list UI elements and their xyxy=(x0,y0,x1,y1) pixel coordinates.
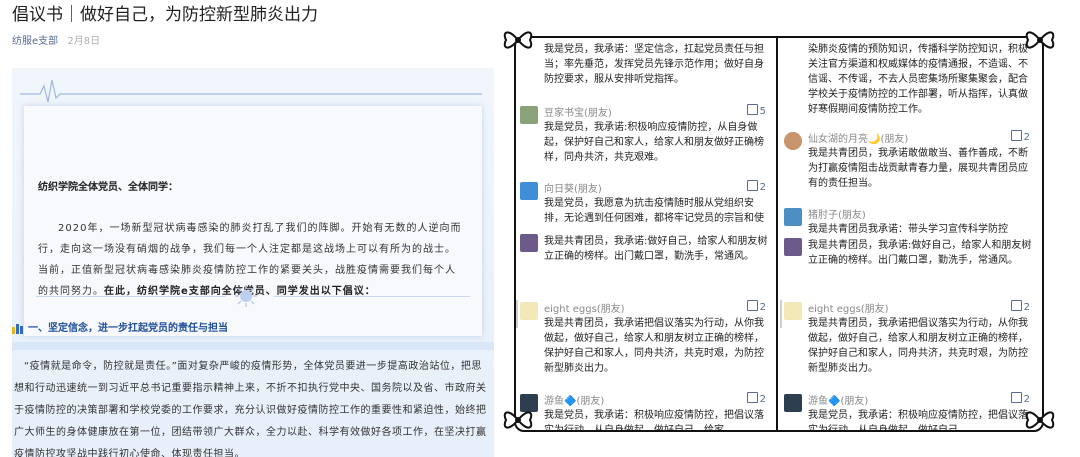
avatar[interactable] xyxy=(784,132,802,150)
section-body: “疫情就是命令，防控就是责任。”面对复杂严峻的疫情形势，全体党员要进一步提高政治… xyxy=(14,361,487,457)
like-count[interactable]: 2 xyxy=(746,392,766,405)
like-count[interactable]: 2 xyxy=(746,180,766,193)
author-link[interactable]: 纺服e支部 xyxy=(12,36,58,47)
like-count[interactable]: 5 xyxy=(746,104,766,117)
avatar[interactable] xyxy=(520,234,538,252)
comment-text: 我是党员，我承诺：积极响应疫情防控，把倡议落实为行动，从自身做起，做好自己 xyxy=(808,410,1028,432)
comment-text: 我是共青团员，我承诺把倡议落实为行动，从你我做起，做好自己，给家人和朋友树立正确… xyxy=(808,318,1028,374)
comment-text: 我是党员，我承诺：坚定信念，扛起党员责任与担当；率先垂范，发挥党员先锋示范作用；… xyxy=(544,44,764,85)
comment-text: 我是共青团员，我承诺:做好自己，给家人和朋友树立正确的榜样。出门戴口罩，勤洗手，… xyxy=(808,240,1032,266)
section-heading-text: 一、坚定信念，进一步扛起党员的责任与担当 xyxy=(28,323,228,334)
comment-text: 我是共青团员，我承诺敢做敢当、善作善成，不断为打赢疫情阻击战贡献青春力量，展现共… xyxy=(808,148,1028,189)
comment-text: 我是党员，我承诺：积极响应疫情防控，把倡议落实为行动，从自身做起，做好自己，给家 xyxy=(544,410,764,432)
like-count[interactable]: 2 xyxy=(1010,392,1030,405)
heartbeat-icon xyxy=(20,79,482,103)
thumbs-up-icon xyxy=(746,180,758,191)
commenter-name[interactable]: eight eggs(朋友) xyxy=(544,300,625,315)
like-count[interactable]: 2 xyxy=(1010,300,1030,313)
avatar[interactable] xyxy=(520,106,538,124)
like-count-value: 2 xyxy=(1023,302,1030,313)
like-count-value: 2 xyxy=(759,182,766,193)
comment-text: 我是共青团员我承诺：带头学习宣传科学防控 xyxy=(808,224,1008,235)
comment-item: eight eggs(朋友) 2 我是共青团员，我承诺把倡议落实为行动，从你我做… xyxy=(516,300,770,376)
thumbs-up-icon xyxy=(746,104,758,115)
commenter-name[interactable]: eight eggs(朋友) xyxy=(808,300,889,315)
section-heading: 一、坚定信念，进一步扛起党员的责任与担当 xyxy=(12,319,228,334)
comment-item: 我是共青团员，我承诺:做好自己，给家人和朋友树立正确的榜样。出门戴口罩，勤洗手，… xyxy=(520,234,770,264)
like-count-value: 2 xyxy=(759,302,766,313)
thumbs-up-icon xyxy=(1010,130,1022,141)
like-count-value: 2 xyxy=(759,394,766,405)
like-count-value: 2 xyxy=(1023,132,1030,143)
comments-column-right: 染肺炎疫情的预防知识，传播科学防控知识，积极关注官方渠道和权威媒体的疫情通报，不… xyxy=(780,38,1038,430)
thumbs-up-icon xyxy=(1010,300,1022,311)
bow-icon xyxy=(1025,31,1055,49)
like-count[interactable]: 2 xyxy=(1010,130,1030,143)
comment-item: 游鱼🔷(朋友) 2 我是党员，我承诺：积极响应疫情防控，把倡议落实为行动，从自身… xyxy=(520,392,770,432)
comment-item: 游鱼🔷(朋友) 2 我是党员，我承诺：积极响应疫情防控，把倡议落实为行动，从自身… xyxy=(784,392,1034,432)
like-count-value: 2 xyxy=(1023,394,1030,405)
comment-text: 我是共青团员，我承诺:做好自己，给家人和朋友树立正确的榜样。出门戴口罩，勤洗手，… xyxy=(544,236,768,262)
bow-icon xyxy=(1025,411,1055,429)
comment-item: 向日葵(朋友) 2 我是党员，我愿意为抗击疫情随时服从党组织安排，无论遇到任何困… xyxy=(520,180,770,226)
greeting: 纺织学院全体党员、全体同学： xyxy=(38,182,178,193)
thumbs-up-icon xyxy=(746,300,758,311)
bow-icon xyxy=(503,31,533,49)
commenter-name[interactable]: 豆家书宝(朋友) xyxy=(544,104,612,119)
section-band xyxy=(12,342,494,350)
thumbs-up-icon xyxy=(1010,392,1022,403)
comment-item: eight eggs(朋友) 2 我是共青团员，我承诺把倡议落实为行动，从你我做… xyxy=(780,300,1034,376)
commenter-name[interactable]: 猪肘子(朋友) xyxy=(808,206,866,221)
comment-item: 我是党员，我承诺：坚定信念，扛起党员责任与担当；率先垂范，发挥党员先锋示范作用；… xyxy=(520,42,770,87)
like-count[interactable]: 2 xyxy=(746,300,766,313)
like-count-value: 5 xyxy=(759,106,766,117)
avatar[interactable] xyxy=(520,302,538,320)
commenter-name[interactable]: 向日葵(朋友) xyxy=(544,180,602,195)
column-divider xyxy=(776,38,778,430)
avatar[interactable] xyxy=(784,238,802,256)
comment-item: 染肺炎疫情的预防知识，传播科学防控知识，积极关注官方渠道和权威媒体的疫情通报，不… xyxy=(784,42,1034,117)
comment-item: 豆家书宝(朋友) 5 我是党员，我承诺:积极响应疫情防控，从自身做起，保护好自己… xyxy=(520,104,770,165)
virus-icon xyxy=(235,285,257,307)
commenter-name[interactable]: 仙女湖的月亮🌙(朋友) xyxy=(808,130,908,145)
comment-text: 我是共青团员，我承诺把倡议落实为行动，从你我做起，做好自己，给家人和朋友树立正确… xyxy=(544,318,764,374)
comment-text: 我是党员，我承诺:积极响应疫情防控，从自身做起，保护好自己和家人，给家人和朋友做… xyxy=(544,122,764,163)
quote-bar xyxy=(780,300,782,328)
comment-text: 染肺炎疫情的预防知识，传播科学防控知识，积极关注官方渠道和权威媒体的疫情通报，不… xyxy=(808,44,1028,115)
bar-chart-icon xyxy=(12,323,24,334)
commenter-name[interactable]: 游鱼🔷(朋友) xyxy=(544,392,604,407)
comment-item: 我是共青团员，我承诺:做好自己，给家人和朋友树立正确的榜样。出门戴口罩，勤洗手，… xyxy=(784,238,1034,268)
comment-item: 猪肘子(朋友) 我是共青团员我承诺：带头学习宣传科学防控 xyxy=(784,206,1034,237)
divider-right xyxy=(274,296,470,297)
comment-text: 我是党员，我愿意为抗击疫情随时服从党组织安排，无论遇到任何困难，都将牢记党员的宗… xyxy=(544,198,764,224)
avatar[interactable] xyxy=(784,208,802,226)
thumbs-up-icon xyxy=(746,392,758,403)
publish-date: 2月8日 xyxy=(67,36,101,47)
avatar[interactable] xyxy=(784,302,802,320)
quote-bar xyxy=(516,300,518,328)
comments-column-left: 我是党员，我承诺：坚定信念，扛起党员责任与担当；率先垂范，发挥党员先锋示范作用；… xyxy=(516,38,774,430)
comments-collage: 我是党员，我承诺：坚定信念，扛起党员责任与担当；率先垂范，发挥党员先锋示范作用；… xyxy=(514,36,1044,432)
commenter-name[interactable]: 游鱼🔷(朋友) xyxy=(808,392,868,407)
bow-icon xyxy=(503,411,533,429)
comment-item: 仙女湖的月亮🌙(朋友) 2 我是共青团员，我承诺敢做敢当、善作善成，不断为打赢疫… xyxy=(784,130,1034,191)
avatar[interactable] xyxy=(520,182,538,200)
article-title: 倡议书｜做好自己，为防控新型肺炎出力 xyxy=(12,5,318,25)
divider-left xyxy=(36,296,226,297)
article-meta: 纺服e支部 2月8日 xyxy=(12,32,100,47)
article-poster: 纺织学院全体党员、全体同学： 2020年，一场新型冠状病毒感染的肺炎打乱了我们的… xyxy=(12,68,494,457)
avatar[interactable] xyxy=(784,394,802,412)
